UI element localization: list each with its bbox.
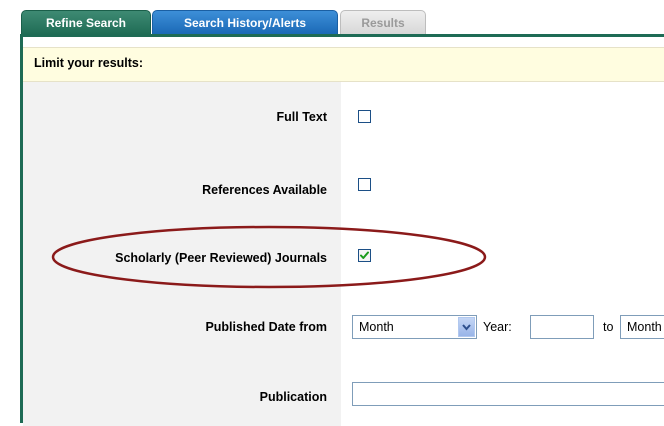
chevron-down-icon (462, 324, 471, 331)
highlight-ellipse (51, 225, 487, 289)
limit-results-header: Limit your results: (23, 47, 664, 82)
tab-refine-search[interactable]: Refine Search (21, 10, 151, 36)
from-month-value: Month (359, 320, 394, 334)
from-month-select[interactable]: Month (352, 315, 477, 339)
publication-input[interactable] (352, 382, 664, 406)
to-month-value: Month (627, 320, 662, 334)
year-input[interactable] (530, 315, 594, 339)
publication-label: Publication (259, 390, 327, 404)
year-label: Year: (483, 320, 512, 334)
references-available-label: References Available (202, 183, 327, 197)
published-date-label: Published Date from (205, 320, 327, 334)
dropdown-button[interactable] (458, 317, 475, 337)
to-label: to (603, 320, 614, 334)
references-available-checkbox[interactable] (358, 178, 371, 191)
full-text-label: Full Text (276, 110, 327, 124)
tab-search-history-alerts[interactable]: Search History/Alerts (152, 10, 338, 34)
to-month-select[interactable]: Month (620, 315, 664, 339)
limit-results-title: Limit your results: (34, 56, 144, 70)
full-text-checkbox[interactable] (358, 110, 371, 123)
tab-results[interactable]: Results (340, 10, 426, 34)
